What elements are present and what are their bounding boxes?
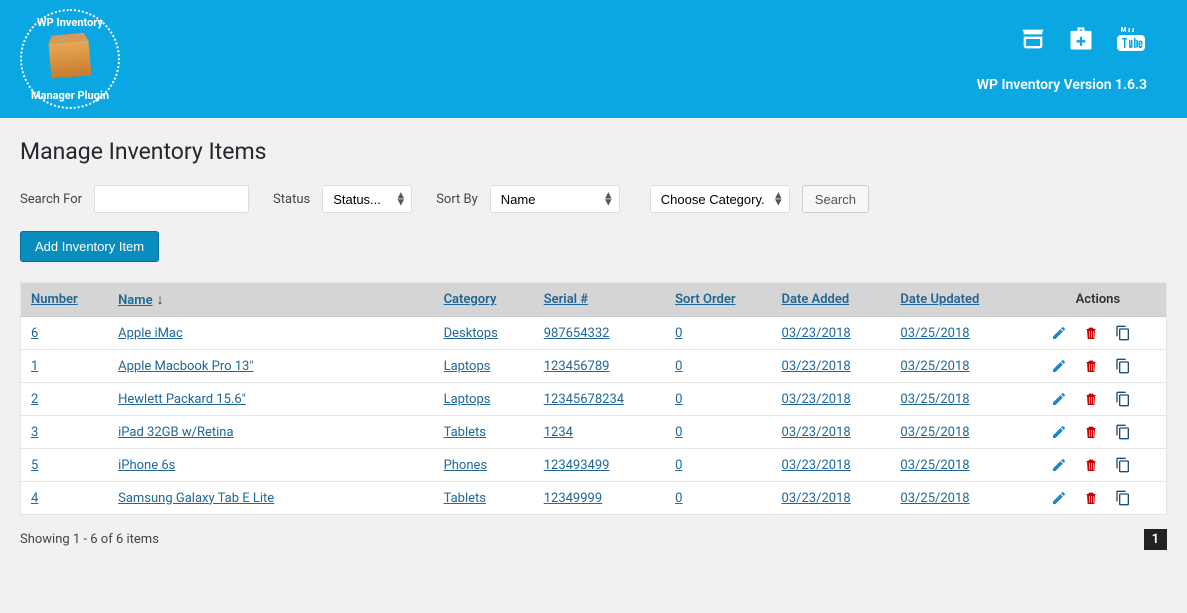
delete-icon[interactable] — [1083, 424, 1099, 440]
cell-serial[interactable]: 1234 — [544, 425, 573, 440]
delete-icon[interactable] — [1083, 325, 1099, 341]
cell-number[interactable]: 2 — [31, 392, 38, 407]
header-date-updated[interactable]: Date Updated — [900, 292, 979, 307]
edit-icon[interactable] — [1051, 457, 1067, 473]
table-row: 2 Hewlett Packard 15.6" Laptops 12345678234… — [21, 383, 1167, 416]
cell-sort-order[interactable]: 0 — [675, 359, 682, 374]
sort-down-icon: ↓ — [157, 292, 164, 308]
page-title: Manage Inventory Items — [20, 138, 1167, 165]
header-actions: Actions — [1041, 283, 1167, 317]
sort-label: Sort By — [436, 192, 478, 207]
table-row: 5 iPhone 6s Phones 123493499 0 03/23/2018 03/2… — [21, 449, 1167, 482]
delete-icon[interactable] — [1083, 358, 1099, 374]
cell-sort-order[interactable]: 0 — [675, 326, 682, 341]
cell-name[interactable]: Apple iMac — [118, 326, 183, 341]
cell-date-updated[interactable]: 03/25/2018 — [900, 425, 969, 440]
cell-category[interactable]: Desktops — [444, 326, 498, 341]
cell-name[interactable]: iPad 32GB w/Retina — [118, 425, 233, 440]
cell-date-added[interactable]: 03/23/2018 — [782, 425, 851, 440]
copy-icon[interactable] — [1115, 457, 1131, 473]
app-header: WP Inventory Manager Plugin WP Inventory… — [0, 0, 1187, 118]
version-text: WP Inventory Version 1.6.3 — [977, 77, 1147, 93]
page-number[interactable]: 1 — [1144, 529, 1167, 550]
edit-icon[interactable] — [1051, 490, 1067, 506]
status-label: Status — [273, 192, 310, 207]
cell-name[interactable]: Samsung Galaxy Tab E Lite — [118, 491, 274, 506]
cell-category[interactable]: Laptops — [444, 392, 491, 407]
logo: WP Inventory Manager Plugin — [20, 9, 120, 109]
cell-date-added[interactable]: 03/23/2018 — [782, 326, 851, 341]
cell-serial[interactable]: 123493499 — [544, 458, 610, 473]
header-name[interactable]: Name — [118, 293, 152, 308]
copy-icon[interactable] — [1115, 358, 1131, 374]
category-select[interactable]: Choose Category... — [650, 185, 790, 213]
cell-date-updated[interactable]: 03/25/2018 — [900, 392, 969, 407]
header-date-added[interactable]: Date Added — [782, 292, 850, 307]
showing-text: Showing 1 - 6 of 6 items — [20, 532, 159, 547]
cell-date-added[interactable]: 03/23/2018 — [782, 392, 851, 407]
delete-icon[interactable] — [1083, 391, 1099, 407]
docs-icon[interactable] — [1019, 25, 1047, 57]
cell-date-added[interactable]: 03/23/2018 — [782, 458, 851, 473]
support-icon[interactable] — [1067, 25, 1095, 57]
edit-icon[interactable] — [1051, 325, 1067, 341]
logo-area: WP Inventory Manager Plugin — [20, 9, 120, 109]
header-serial[interactable]: Serial # — [544, 292, 588, 307]
cell-serial[interactable]: 12345678234 — [544, 392, 624, 407]
cell-sort-order[interactable]: 0 — [675, 425, 682, 440]
cell-category[interactable]: Tablets — [444, 491, 486, 506]
add-item-button[interactable]: Add Inventory Item — [20, 231, 159, 262]
copy-icon[interactable] — [1115, 325, 1131, 341]
cell-name[interactable]: iPhone 6s — [118, 458, 175, 473]
search-button[interactable]: Search — [802, 185, 869, 213]
delete-icon[interactable] — [1083, 457, 1099, 473]
cell-date-added[interactable]: 03/23/2018 — [782, 491, 851, 506]
cell-date-added[interactable]: 03/23/2018 — [782, 359, 851, 374]
cell-number[interactable]: 1 — [31, 359, 38, 374]
cell-number[interactable]: 3 — [31, 425, 38, 440]
cell-date-updated[interactable]: 03/25/2018 — [900, 359, 969, 374]
edit-icon[interactable] — [1051, 358, 1067, 374]
table-row: 1 Apple Macbook Pro 13" Laptops 123456789 0 0… — [21, 350, 1167, 383]
copy-icon[interactable] — [1115, 391, 1131, 407]
cell-number[interactable]: 6 — [31, 326, 38, 341]
cell-date-updated[interactable]: 03/25/2018 — [900, 326, 969, 341]
cell-name[interactable]: Apple Macbook Pro 13" — [118, 359, 253, 374]
table-row: 6 Apple iMac Desktops 987654332 0 03/23/2018 0… — [21, 317, 1167, 350]
inventory-table: Number Name ↓ Category Serial # Sort Orde… — [20, 282, 1167, 515]
copy-icon[interactable] — [1115, 424, 1131, 440]
cell-date-updated[interactable]: 03/25/2018 — [900, 491, 969, 506]
cell-category[interactable]: Laptops — [444, 359, 491, 374]
search-input[interactable] — [94, 185, 249, 213]
cell-sort-order[interactable]: 0 — [675, 458, 682, 473]
edit-icon[interactable] — [1051, 424, 1067, 440]
cell-sort-order[interactable]: 0 — [675, 491, 682, 506]
cell-number[interactable]: 5 — [31, 458, 38, 473]
cell-name[interactable]: Hewlett Packard 15.6" — [118, 392, 246, 407]
delete-icon[interactable] — [1083, 490, 1099, 506]
cell-category[interactable]: Phones — [444, 458, 488, 473]
cell-serial[interactable]: 987654332 — [544, 326, 610, 341]
cell-sort-order[interactable]: 0 — [675, 392, 682, 407]
table-row: 4 Samsung Galaxy Tab E Lite Tablets 1234999… — [21, 482, 1167, 515]
edit-icon[interactable] — [1051, 391, 1067, 407]
cell-category[interactable]: Tablets — [444, 425, 486, 440]
header-number[interactable]: Number — [31, 292, 78, 307]
cell-number[interactable]: 4 — [31, 491, 38, 506]
copy-icon[interactable] — [1115, 490, 1131, 506]
table-row: 3 iPad 32GB w/Retina Tablets 1234 0 03/23/201… — [21, 416, 1167, 449]
search-label: Search For — [20, 192, 82, 207]
filter-bar: Search For Status Status... ▲▼ Sort By N… — [20, 185, 1167, 213]
cell-date-updated[interactable]: 03/25/2018 — [900, 458, 969, 473]
cell-serial[interactable]: 123456789 — [544, 359, 610, 374]
youtube-icon[interactable] — [1115, 25, 1147, 57]
cell-serial[interactable]: 12349999 — [544, 491, 602, 506]
header-sort-order[interactable]: Sort Order — [675, 292, 735, 307]
header-category[interactable]: Category — [444, 292, 497, 307]
sort-select[interactable]: Name — [490, 185, 620, 213]
status-select[interactable]: Status... — [322, 185, 412, 213]
